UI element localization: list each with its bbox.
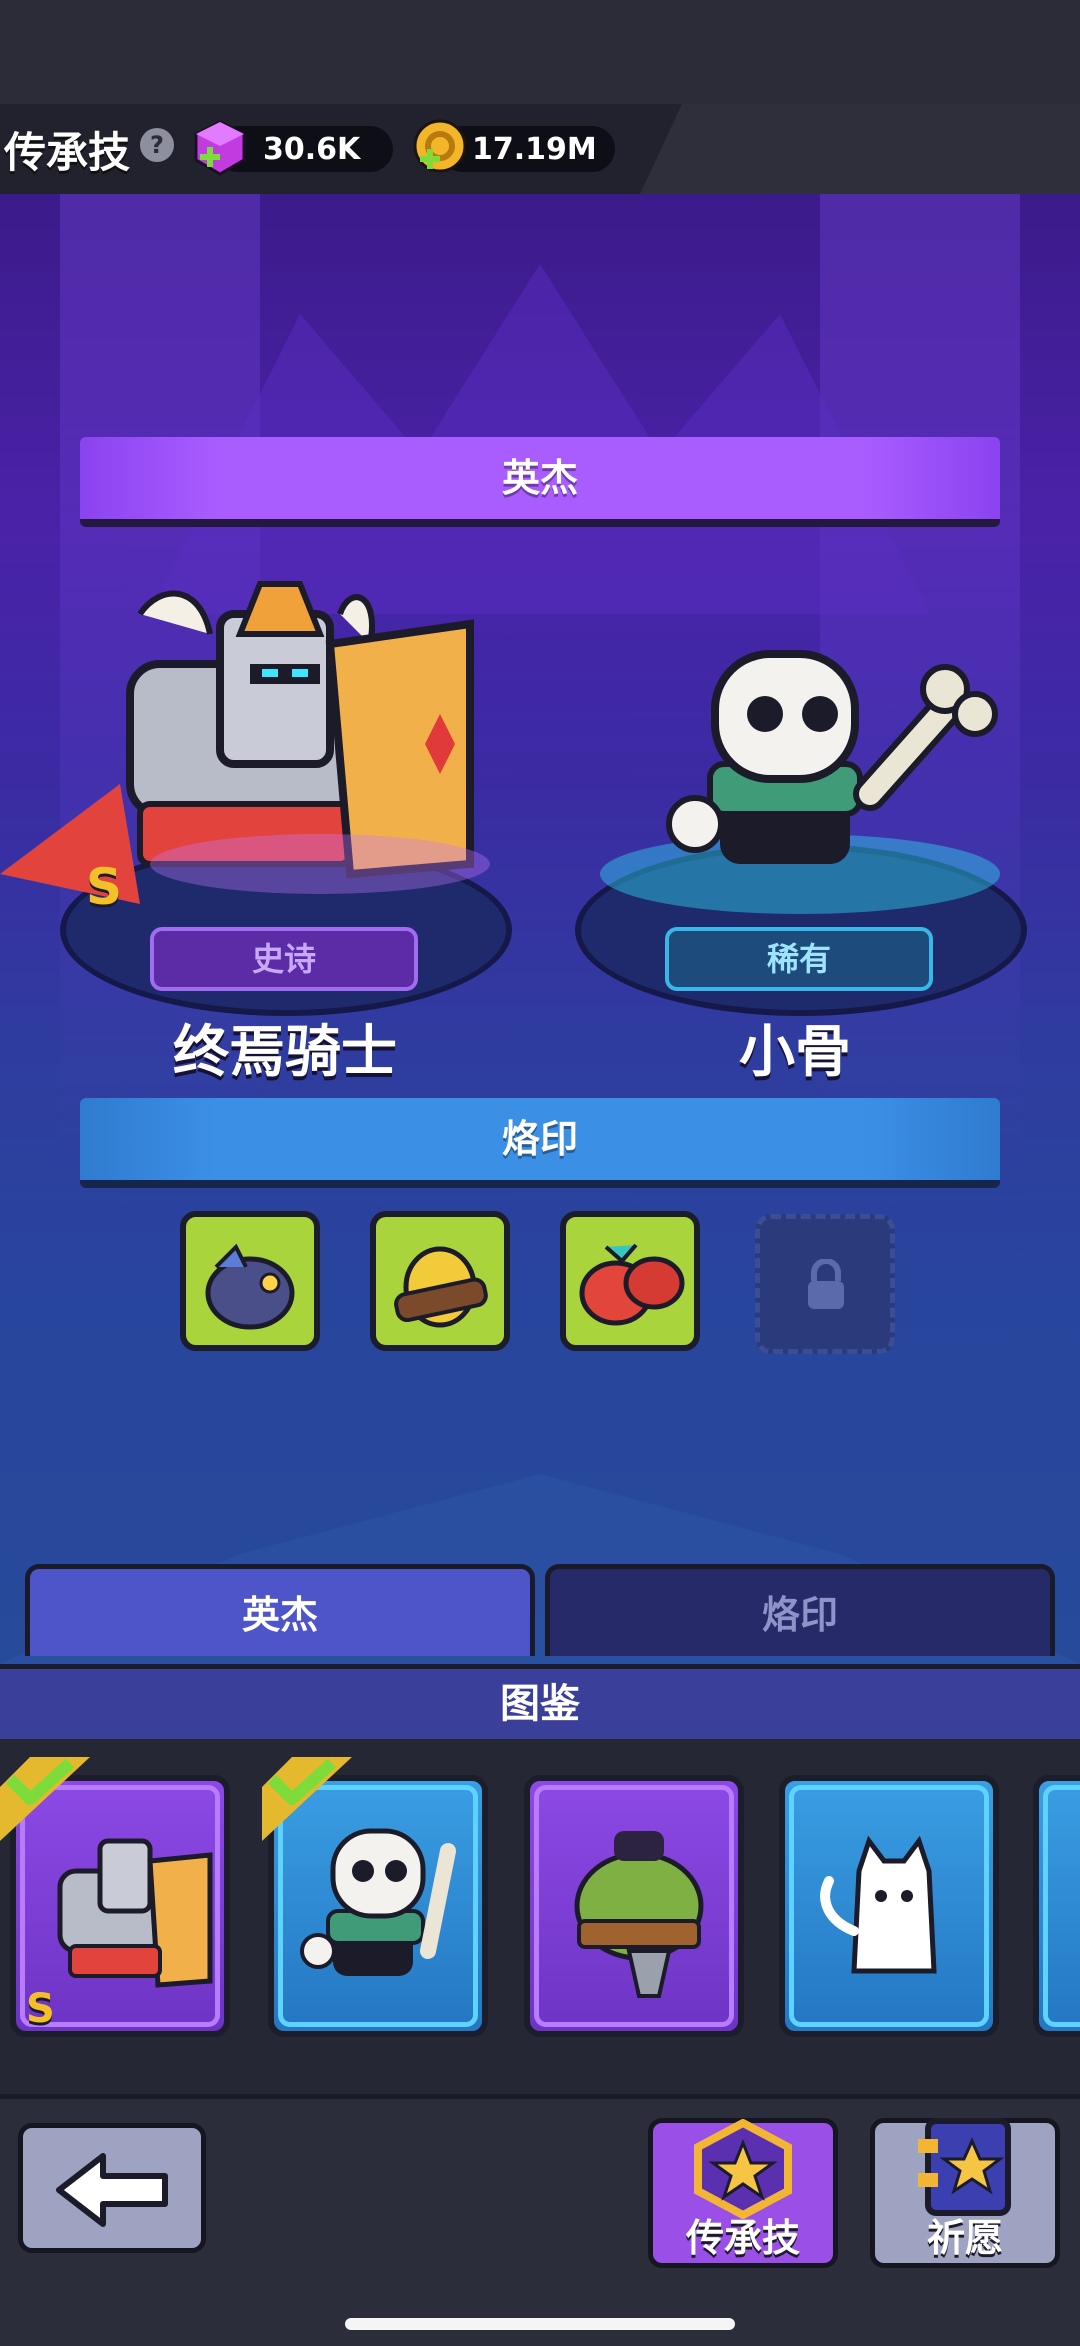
banana-creature-icon [394, 1246, 488, 1328]
codex-list[interactable]: S [0, 1739, 1080, 2094]
owned-check-icon [262, 1757, 352, 1841]
orc-thumb-icon [574, 1831, 704, 1998]
ghost-cat-thumb-icon [820, 1835, 937, 1974]
coin-icon[interactable] [410, 116, 472, 178]
status-bar [0, 0, 1080, 104]
coin-value: 17.19M [472, 132, 597, 167]
seal-banner: 烙印 [80, 1098, 1000, 1188]
grade-badge: S [86, 858, 123, 916]
back-button[interactable] [18, 2123, 206, 2253]
codex-card-orc[interactable] [524, 1775, 744, 2037]
seal-slot-locked[interactable] [755, 1214, 895, 1354]
wish-label: 祈愿 [926, 2216, 1003, 2260]
tab-seals[interactable]: 烙印 [545, 1564, 1055, 1656]
legacy-skill-label: 传承技 [685, 2216, 800, 2260]
fish-creature-icon [205, 1243, 295, 1330]
owned-check-icon [0, 1757, 90, 1841]
page-title: 传承技 [4, 128, 131, 177]
seal-slot-red-blob[interactable] [560, 1211, 700, 1351]
wish-button[interactable]: 祈愿 [870, 2118, 1060, 2268]
legacy-skill-button[interactable]: 传承技 [648, 2118, 838, 2268]
star-badge-icon [694, 2119, 792, 2219]
codex-card-partial[interactable] [1033, 1775, 1080, 2037]
card-grade: S [26, 1986, 55, 2032]
hero-name-right: 小骨 [739, 1020, 851, 1085]
codex-header: 图鉴 [0, 1664, 1080, 1744]
home-indicator[interactable] [345, 2318, 735, 2330]
wish-book-icon [918, 2118, 1011, 2216]
knight-hero-image[interactable] [0, 574, 500, 934]
back-arrow-icon [56, 2153, 168, 2227]
question-icon[interactable]: ? [140, 128, 174, 162]
hero-banner: 英杰 [80, 437, 1000, 527]
seal-slot-fish[interactable] [180, 1211, 320, 1351]
skeleton-hero-image[interactable] [580, 634, 1020, 914]
lock-icon [808, 1259, 844, 1309]
hero-name-left: 终焉骑士 [173, 1020, 397, 1085]
seal-slot-banana[interactable] [370, 1211, 510, 1351]
red-blob-creature-icon [579, 1243, 685, 1326]
gem-icon[interactable] [190, 118, 250, 178]
hero-stage: 英杰 S 史诗 终焉骑士 稀有 小骨 烙印 英杰 烙印 [0, 194, 1080, 1664]
rarity-badge-rare: 稀有 [665, 927, 933, 991]
codex-card-ghost-cat[interactable] [779, 1775, 999, 2037]
tab-heroes[interactable]: 英杰 [25, 1564, 535, 1656]
rarity-badge-epic: 史诗 [150, 927, 418, 991]
gem-value: 30.6K [263, 132, 361, 167]
